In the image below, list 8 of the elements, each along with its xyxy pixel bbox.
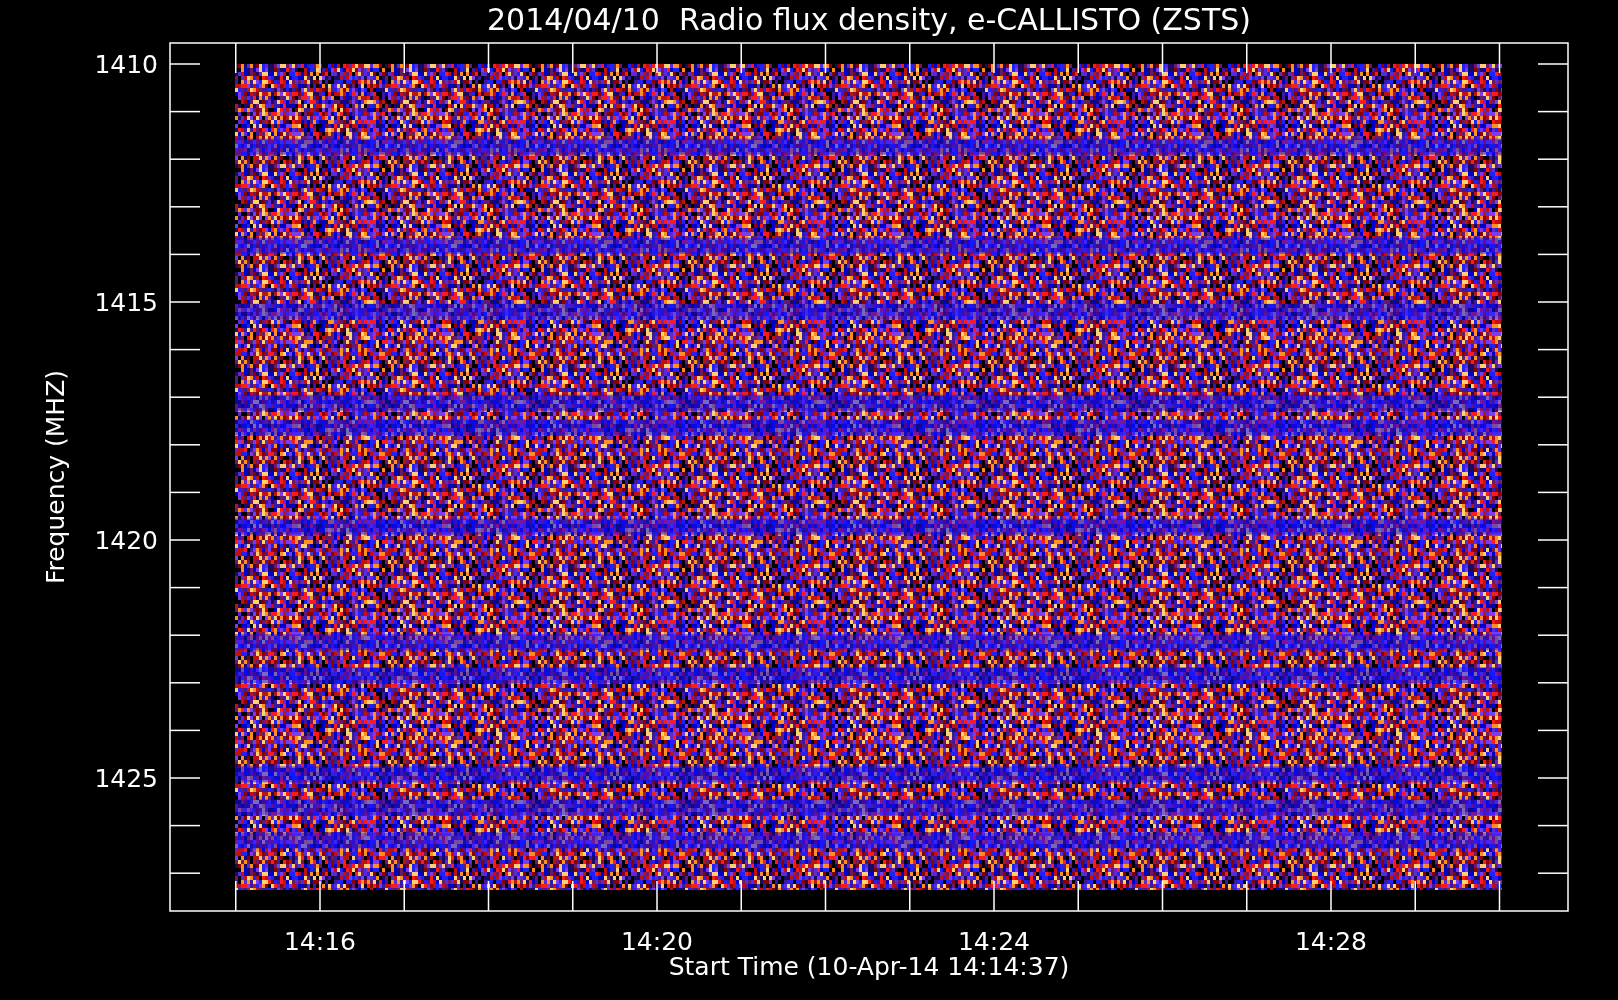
tick-label: 1420 — [94, 526, 158, 555]
tick-label: 1425 — [94, 764, 158, 793]
tick-label: 14:16 — [284, 927, 356, 956]
tick-label: 1415 — [94, 288, 158, 317]
axis-label: Frequency (MHZ) — [41, 369, 70, 585]
tick-label: 14:28 — [1295, 927, 1367, 956]
chart-title: 2014/04/10 Radio flux density, e-CALLISTO (ZSTS) — [487, 2, 1251, 37]
tick-label: 1410 — [94, 50, 158, 79]
